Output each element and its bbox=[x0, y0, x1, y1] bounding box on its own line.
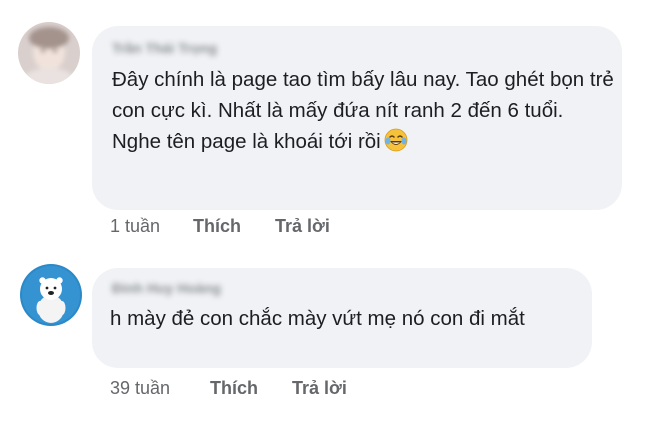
comment-author[interactable]: Đinh Huy Hoàng bbox=[112, 280, 221, 296]
avatar[interactable] bbox=[18, 22, 80, 84]
avatar[interactable] bbox=[20, 264, 82, 326]
comment-1: Trần Thái Trọng Đây chính là page tao tì… bbox=[0, 0, 650, 240]
comment-time[interactable]: 39 tuần bbox=[110, 378, 170, 399]
reply-button[interactable]: Trả lời bbox=[275, 216, 330, 237]
comment-text: Đây chính là page tao tìm bấy lâu nay. T… bbox=[112, 64, 617, 161]
like-button[interactable]: Thích bbox=[193, 216, 241, 237]
laughing-tears-emoji-icon bbox=[384, 128, 408, 161]
comment-bubble: Đinh Huy Hoàng h mày đẻ con chắc mày vứt… bbox=[92, 268, 592, 368]
comment-2: Đinh Huy Hoàng h mày đẻ con chắc mày vứt… bbox=[0, 248, 650, 418]
reply-button[interactable]: Trả lời bbox=[292, 378, 347, 399]
comment-time[interactable]: 1 tuần bbox=[110, 216, 160, 237]
comment-bubble: Trần Thái Trọng Đây chính là page tao tì… bbox=[92, 26, 622, 210]
like-button[interactable]: Thích bbox=[210, 378, 258, 399]
polar-bear-avatar-icon bbox=[20, 264, 82, 326]
blurred-avatar-icon bbox=[18, 22, 80, 84]
comment-text: h mày đẻ con chắc mày vứt mẹ nó con đi m… bbox=[110, 307, 525, 330]
comment-author[interactable]: Trần Thái Trọng bbox=[112, 40, 217, 56]
